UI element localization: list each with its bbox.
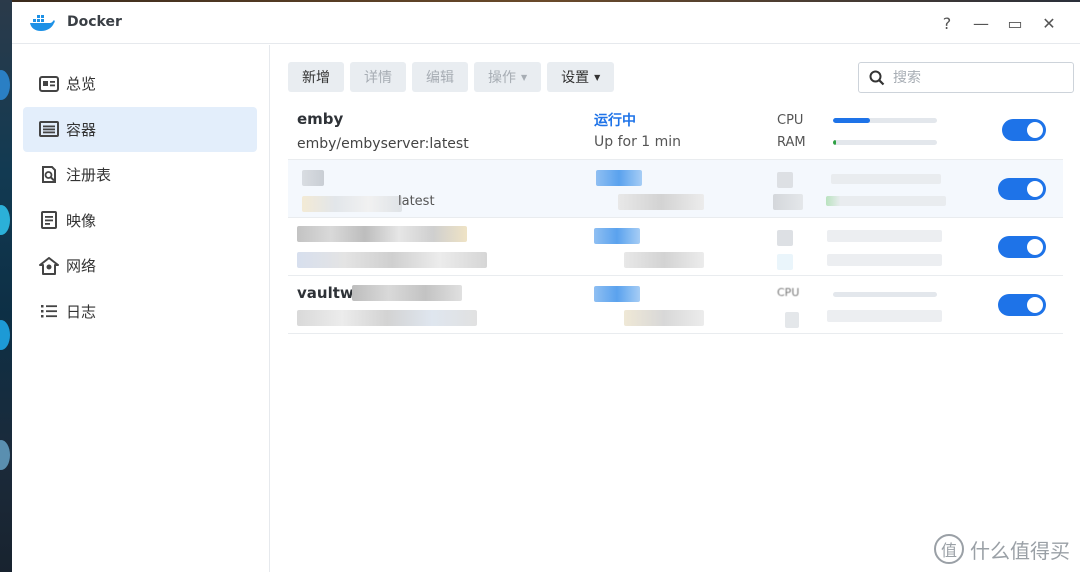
search-icon bbox=[869, 70, 885, 85]
toggle-knob bbox=[1027, 297, 1043, 313]
search-input[interactable] bbox=[893, 69, 1063, 86]
sidebar: 总览 容器 注册表 映像 网络 日志 bbox=[12, 45, 270, 572]
pixelated-ram-bar bbox=[826, 196, 946, 206]
sidebar-item-overview[interactable]: 总览 bbox=[23, 61, 257, 106]
sidebar-item-label: 注册表 bbox=[66, 166, 112, 184]
toggle-knob bbox=[1027, 122, 1043, 138]
pixelated-uptime bbox=[624, 310, 704, 326]
docker-whale-icon bbox=[30, 15, 55, 31]
pixelated-image bbox=[297, 252, 487, 268]
registry-search-icon bbox=[38, 164, 60, 186]
container-row-vaultwarden[interactable]: vaultw CPU bbox=[288, 276, 1063, 334]
minimize-button[interactable]: — bbox=[968, 10, 994, 36]
sidebar-item-image[interactable]: 映像 bbox=[23, 198, 257, 243]
pixelated-status bbox=[594, 228, 640, 244]
settings-label: 设置 bbox=[561, 70, 590, 86]
container-name: vaultw bbox=[297, 284, 354, 302]
sidebar-item-log[interactable]: 日志 bbox=[23, 289, 257, 334]
toggle-knob bbox=[1027, 239, 1043, 255]
app-title: Docker bbox=[67, 14, 122, 30]
add-button[interactable]: 新增 bbox=[288, 62, 344, 92]
caret-down-icon: ▼ bbox=[521, 72, 528, 82]
desktop-background bbox=[0, 0, 12, 572]
sidebar-item-label: 容器 bbox=[66, 120, 97, 139]
container-row-blurred[interactable]: latest bbox=[288, 160, 1063, 218]
ram-usage-bar bbox=[833, 140, 937, 145]
pixelated-ram-label bbox=[785, 312, 799, 328]
pixelated-image bbox=[297, 310, 477, 326]
sidebar-item-label: 网络 bbox=[66, 257, 97, 275]
log-list-icon bbox=[38, 300, 60, 322]
watermark: 值 什么值得买 bbox=[934, 534, 1070, 564]
watermark-text: 什么值得买 bbox=[970, 538, 1070, 563]
image-suffix: latest bbox=[398, 194, 435, 209]
cpu-label: CPU bbox=[777, 286, 800, 299]
cpu-usage-fill bbox=[833, 118, 871, 123]
sidebar-item-registry[interactable]: 注册表 bbox=[23, 152, 257, 197]
container-list: emby emby/embyserver:latest 运行中 Up for 1… bbox=[288, 102, 1063, 334]
container-image: emby/embyserver:latest bbox=[297, 136, 469, 152]
pixelated-name bbox=[352, 285, 462, 301]
caret-down-icon: ▼ bbox=[594, 72, 601, 82]
sidebar-item-label: 映像 bbox=[66, 211, 97, 230]
action-menu-button[interactable]: 操作 ▼ bbox=[474, 62, 542, 92]
container-toggle[interactable] bbox=[998, 294, 1046, 316]
pixelated-ram-label bbox=[777, 254, 793, 270]
pixelated-cpu-bar bbox=[827, 230, 942, 242]
ram-label: RAM bbox=[777, 135, 806, 150]
overview-icon bbox=[38, 73, 60, 95]
container-icon bbox=[38, 118, 60, 140]
image-icon bbox=[38, 209, 60, 231]
pixelated-uptime bbox=[618, 194, 704, 210]
network-icon bbox=[38, 255, 60, 277]
container-toggle[interactable] bbox=[998, 236, 1046, 258]
help-button[interactable]: ? bbox=[934, 10, 960, 36]
pixelated-cpu-label bbox=[777, 172, 793, 188]
edit-button[interactable]: 编辑 bbox=[412, 62, 468, 92]
pixelated-status bbox=[596, 170, 642, 186]
window-controls: ? — ▭ ✕ bbox=[934, 10, 1062, 36]
cpu-usage-bar bbox=[833, 292, 937, 297]
pixelated-uptime bbox=[624, 252, 704, 268]
settings-menu-button[interactable]: 设置 ▼ bbox=[547, 62, 615, 92]
close-button[interactable]: ✕ bbox=[1036, 10, 1062, 36]
pixelated-name bbox=[297, 226, 467, 242]
container-name: emby bbox=[297, 110, 344, 128]
container-toggle[interactable] bbox=[1002, 119, 1046, 141]
cpu-label: CPU bbox=[777, 113, 804, 128]
ram-usage-fill bbox=[833, 140, 837, 145]
docker-window: Docker ? — ▭ ✕ 总览 容器 注册表 映像 网络 日志 新增 详情 … bbox=[12, 2, 1080, 572]
pixelated-name bbox=[302, 170, 324, 186]
cpu-usage-bar bbox=[833, 118, 937, 123]
sidebar-item-label: 总览 bbox=[66, 75, 97, 93]
container-toggle[interactable] bbox=[998, 178, 1046, 200]
pixelated-cpu-label bbox=[777, 230, 793, 246]
pixelated-ram-bar bbox=[827, 254, 942, 266]
smzdm-logo-icon: 值 bbox=[934, 534, 964, 564]
titlebar: Docker ? — ▭ ✕ bbox=[12, 2, 1080, 44]
container-row-emby[interactable]: emby emby/embyserver:latest 运行中 Up for 1… bbox=[288, 102, 1063, 160]
main-panel: 新增 详情 编辑 操作 ▼ 设置 ▼ emby emby/embyserver:la… bbox=[271, 45, 1080, 572]
sidebar-item-label: 日志 bbox=[66, 302, 97, 321]
pixelated-ram-bar bbox=[827, 310, 942, 322]
search-box bbox=[858, 62, 1074, 93]
pixelated-status bbox=[594, 286, 640, 302]
uptime-text: Up for 1 min bbox=[594, 134, 682, 150]
sidebar-item-container[interactable]: 容器 bbox=[23, 106, 257, 152]
pixelated-image bbox=[302, 196, 402, 212]
toggle-knob bbox=[1027, 181, 1043, 197]
details-button[interactable]: 详情 bbox=[350, 62, 406, 92]
status-badge: 运行中 bbox=[594, 113, 636, 129]
action-label: 操作 bbox=[488, 70, 516, 86]
toolbar: 新增 详情 编辑 操作 ▼ 设置 ▼ bbox=[288, 62, 615, 92]
pixelated-cpu-bar bbox=[831, 174, 941, 184]
sidebar-item-network[interactable]: 网络 bbox=[23, 243, 257, 288]
maximize-button[interactable]: ▭ bbox=[1002, 10, 1028, 36]
container-row-blurred[interactable] bbox=[288, 218, 1063, 276]
pixelated-ram-label bbox=[773, 194, 803, 210]
